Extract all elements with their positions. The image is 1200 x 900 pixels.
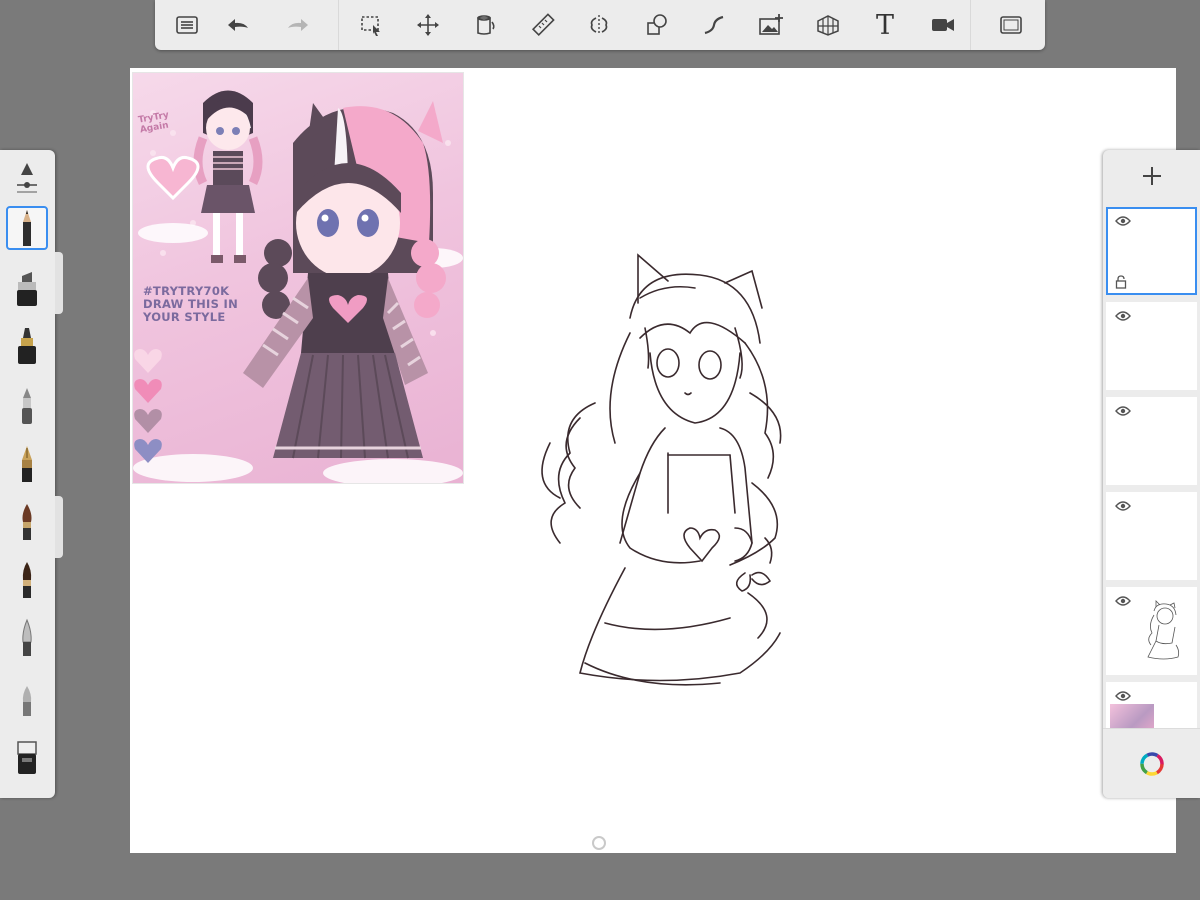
symmetry-icon[interactable] xyxy=(581,7,617,43)
color-wheel-icon xyxy=(1139,752,1164,776)
add-layer-button[interactable] xyxy=(1103,150,1200,202)
watercolor-brush-icon[interactable] xyxy=(6,558,48,602)
unlock-icon[interactable] xyxy=(1115,275,1127,289)
eraser-icon[interactable] xyxy=(6,736,48,780)
color-picker-button[interactable] xyxy=(1103,728,1200,798)
shape-icon[interactable] xyxy=(639,7,675,43)
eye-icon[interactable] xyxy=(1115,215,1131,227)
reference-illustration xyxy=(133,90,463,483)
canvas-rotate-handle[interactable] xyxy=(592,836,606,850)
text-tool-icon[interactable]: T xyxy=(867,7,903,43)
eye-icon[interactable] xyxy=(1115,595,1131,607)
selection-icon[interactable] xyxy=(353,7,389,43)
reference-caption: #TRYTRY70K DRAW THIS IN YOUR STYLE xyxy=(143,285,273,324)
gallery-icon[interactable] xyxy=(169,7,205,43)
color-swatch xyxy=(134,349,162,373)
eye-icon[interactable] xyxy=(1115,500,1131,512)
layer-panel xyxy=(1103,150,1200,798)
brush-opacity-slider-handle[interactable] xyxy=(55,496,63,558)
timelapse-icon[interactable] xyxy=(925,7,961,43)
reference-caption-line: YOUR STYLE xyxy=(143,310,226,324)
undo-icon[interactable] xyxy=(220,7,256,43)
marker-icon[interactable] xyxy=(6,266,48,310)
ruler-icon[interactable] xyxy=(525,7,561,43)
toolbar-divider xyxy=(338,0,339,50)
drawing-canvas[interactable]: #TRYTRY70K DRAW THIS IN YOUR STYLE TryTr… xyxy=(130,68,1176,853)
paintbrush-icon[interactable] xyxy=(6,500,48,544)
image-import-icon[interactable] xyxy=(753,7,789,43)
brush-size-slider-handle[interactable] xyxy=(55,252,63,314)
layer-thumbnail[interactable] xyxy=(1106,587,1197,675)
eye-icon[interactable] xyxy=(1115,405,1131,417)
pencil-sketch xyxy=(541,253,782,686)
brush-palette xyxy=(0,150,55,798)
reference-image[interactable]: #TRYTRY70K DRAW THIS IN YOUR STYLE TryTr… xyxy=(132,72,464,484)
layer-thumbnail[interactable] xyxy=(1106,397,1197,485)
layer-sketch-preview xyxy=(1147,600,1180,660)
eye-icon[interactable] xyxy=(1115,310,1131,322)
airbrush-icon[interactable] xyxy=(6,384,48,428)
smudge-icon[interactable] xyxy=(6,616,48,660)
color-swatch xyxy=(134,439,162,463)
transform-icon[interactable] xyxy=(410,7,446,43)
ink-pen-icon[interactable] xyxy=(6,442,48,486)
pencil-icon[interactable] xyxy=(6,206,48,250)
top-toolbar: T xyxy=(155,0,1045,50)
color-swatch xyxy=(134,409,162,433)
stroke-icon[interactable] xyxy=(696,7,732,43)
eye-icon[interactable] xyxy=(1115,690,1131,702)
perspective-icon[interactable] xyxy=(810,7,846,43)
layer-thumbnail[interactable] xyxy=(1106,302,1197,390)
fullscreen-icon[interactable] xyxy=(993,7,1029,43)
fill-icon[interactable] xyxy=(467,7,503,43)
felt-pen-icon[interactable] xyxy=(6,324,48,368)
plus-icon xyxy=(1142,167,1161,185)
layer-thumbnail[interactable] xyxy=(1106,207,1197,295)
brush-size-icon[interactable] xyxy=(6,156,48,200)
color-swatch xyxy=(134,379,162,403)
redo-icon[interactable] xyxy=(280,7,316,43)
layer-thumbnail[interactable] xyxy=(1106,492,1197,580)
toolbar-divider xyxy=(970,0,971,50)
blur-icon[interactable] xyxy=(6,676,48,720)
